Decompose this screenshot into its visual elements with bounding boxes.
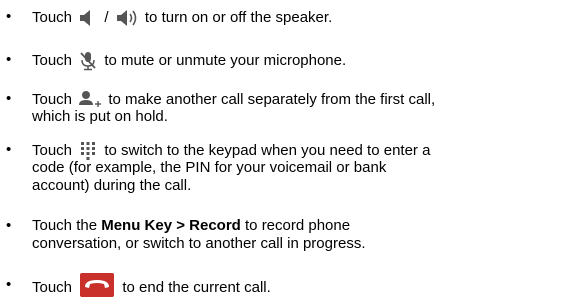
item-text: to switch to the keypad when you need to… xyxy=(104,141,431,159)
slash: / xyxy=(104,8,109,26)
speaker-off-icon xyxy=(78,8,98,28)
item-text: to turn on or off the speaker. xyxy=(144,8,333,26)
bullet: • xyxy=(6,276,12,293)
item-text-line3: account) during the call. xyxy=(32,177,192,194)
bullet: • xyxy=(6,51,12,68)
item-text-pre: Touch the xyxy=(32,217,102,234)
item-text-line2: conversation, or switch to another call … xyxy=(32,235,366,252)
touch-label: Touch xyxy=(32,90,73,108)
item-text: to make another call separately from the… xyxy=(108,90,436,108)
item-text: to record phone xyxy=(240,217,351,234)
item-text: to mute or unmute your microphone. xyxy=(104,51,347,69)
microphone-mute-icon xyxy=(78,51,98,71)
touch-label: Touch xyxy=(32,8,73,26)
keypad-icon xyxy=(78,141,98,161)
bullet: • xyxy=(6,217,12,234)
item-text-line2: code (for example, the PIN for your voic… xyxy=(32,159,387,176)
add-call-icon xyxy=(78,90,102,110)
item-text: to end the current call. xyxy=(122,278,271,296)
bullet: • xyxy=(6,90,12,107)
touch-label: Touch xyxy=(32,278,73,296)
touch-label: Touch xyxy=(32,51,73,69)
end-call-icon xyxy=(80,273,115,297)
touch-label: Touch xyxy=(32,141,73,159)
menu-key-record: Menu Key > Record xyxy=(101,217,241,234)
speaker-on-icon xyxy=(115,8,139,28)
bullet: • xyxy=(6,8,12,25)
bullet: • xyxy=(6,141,12,158)
item-text-line2: which is put on hold. xyxy=(32,108,168,125)
